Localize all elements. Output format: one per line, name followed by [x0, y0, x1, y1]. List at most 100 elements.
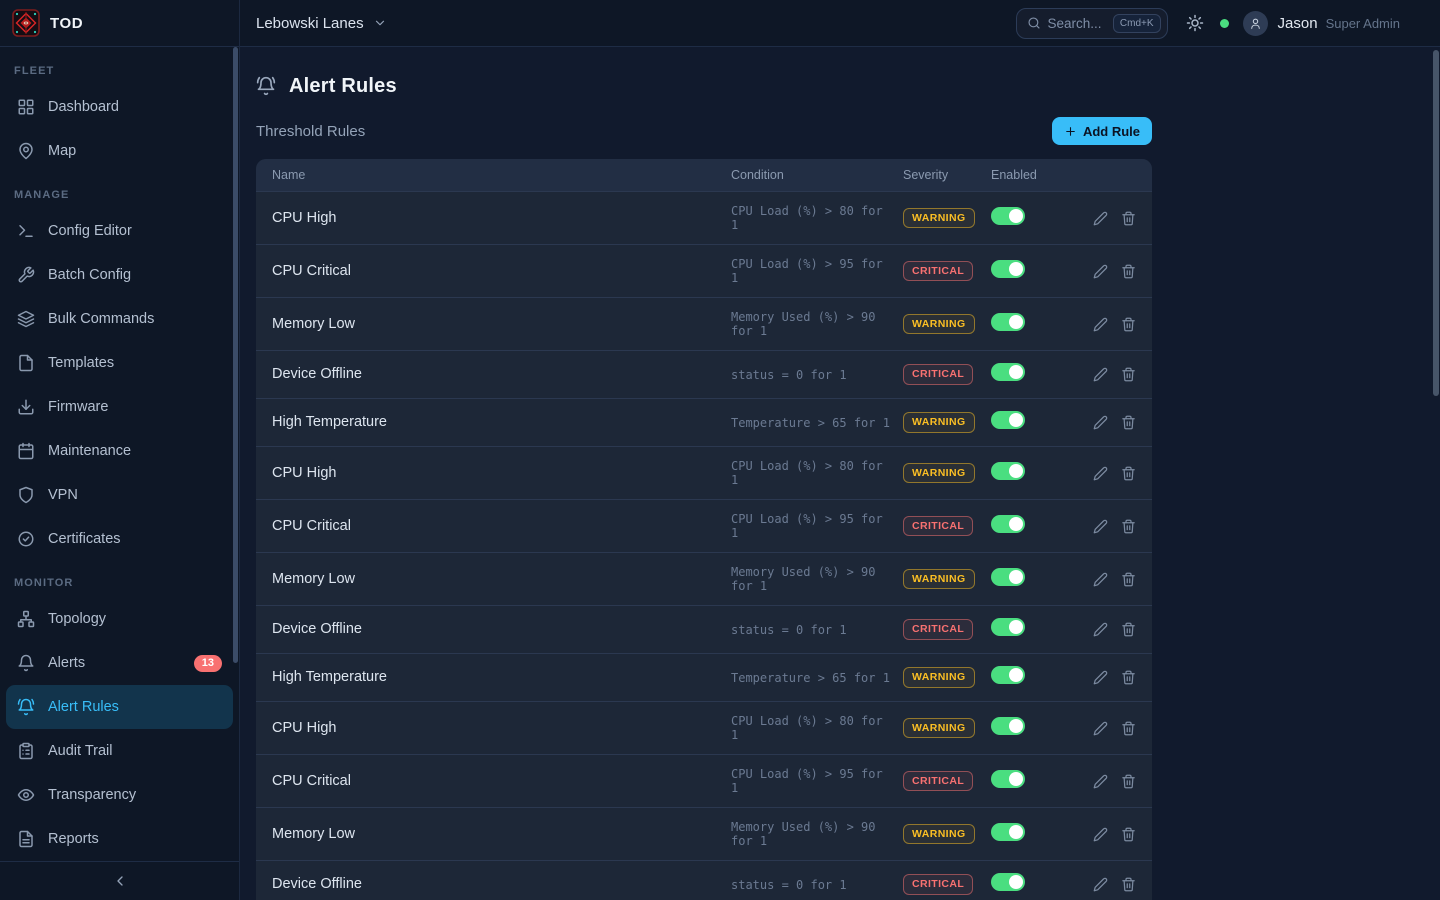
- edit-rule-button[interactable]: [1093, 519, 1108, 534]
- add-rule-button[interactable]: Add Rule: [1052, 117, 1152, 145]
- table-row: Memory LowMemory Used (%) > 90 for 1WARN…: [256, 297, 1152, 350]
- enabled-toggle[interactable]: [991, 568, 1025, 586]
- edit-rule-button[interactable]: [1093, 877, 1108, 892]
- edit-rule-button[interactable]: [1093, 827, 1108, 842]
- delete-rule-button[interactable]: [1121, 211, 1136, 226]
- layers-icon: [17, 310, 35, 328]
- delete-rule-button[interactable]: [1121, 877, 1136, 892]
- enabled-toggle[interactable]: [991, 260, 1025, 278]
- edit-rule-button[interactable]: [1093, 622, 1108, 637]
- table-row: High TemperatureTemperature > 65 for 1WA…: [256, 398, 1152, 446]
- delete-rule-button[interactable]: [1121, 572, 1136, 587]
- rule-name: Memory Low: [272, 316, 731, 333]
- enabled-toggle[interactable]: [991, 823, 1025, 841]
- delete-rule-button[interactable]: [1121, 670, 1136, 685]
- org-switcher[interactable]: Lebowski Lanes: [256, 15, 387, 32]
- sidebar-item-maintenance[interactable]: Maintenance: [6, 429, 233, 473]
- sidebar-item-batch-config[interactable]: Batch Config: [6, 253, 233, 297]
- edit-rule-button[interactable]: [1093, 721, 1108, 736]
- rule-condition: CPU Load (%) > 95 for 1: [731, 767, 903, 795]
- rule-condition: Memory Used (%) > 90 for 1: [731, 820, 903, 848]
- user-icon: [1249, 17, 1262, 30]
- sidebar-item-vpn[interactable]: VPN: [6, 473, 233, 517]
- sidebar-item-config-editor[interactable]: Config Editor: [6, 209, 233, 253]
- rule-name: CPU High: [272, 465, 731, 482]
- rule-condition: Temperature > 65 for 1: [731, 416, 903, 430]
- enabled-toggle[interactable]: [991, 666, 1025, 684]
- enabled-toggle[interactable]: [991, 770, 1025, 788]
- sidebar-item-label: Alerts: [48, 655, 85, 671]
- delete-rule-button[interactable]: [1121, 827, 1136, 842]
- edit-rule-button[interactable]: [1093, 415, 1108, 430]
- enabled-toggle[interactable]: [991, 363, 1025, 381]
- sidebar-scrollbar-thumb[interactable]: [233, 47, 238, 663]
- sidebar-item-certificates[interactable]: Certificates: [6, 517, 233, 561]
- download-icon: [17, 398, 35, 416]
- page-scrollbar-thumb[interactable]: [1433, 50, 1439, 396]
- sidebar-collapse-button[interactable]: [0, 861, 239, 900]
- delete-rule-button[interactable]: [1121, 721, 1136, 736]
- delete-rule-button[interactable]: [1121, 264, 1136, 279]
- delete-rule-button[interactable]: [1121, 317, 1136, 332]
- edit-rule-button[interactable]: [1093, 774, 1108, 789]
- enabled-toggle[interactable]: [991, 313, 1025, 331]
- table-row: CPU HighCPU Load (%) > 80 for 1WARNING: [256, 446, 1152, 499]
- enabled-toggle[interactable]: [991, 873, 1025, 891]
- theme-toggle-sun-icon[interactable]: [1186, 14, 1204, 32]
- edit-rule-button[interactable]: [1093, 317, 1108, 332]
- rule-name: Device Offline: [272, 621, 731, 638]
- logo-row: TOD: [0, 0, 239, 47]
- rule-name: CPU High: [272, 210, 731, 227]
- enabled-toggle[interactable]: [991, 411, 1025, 429]
- enabled-toggle[interactable]: [991, 717, 1025, 735]
- user-menu-chevron-icon[interactable]: [1410, 16, 1424, 30]
- sidebar-item-label: Alert Rules: [48, 699, 119, 715]
- edit-rule-button[interactable]: [1093, 466, 1108, 481]
- edit-rule-button[interactable]: [1093, 211, 1108, 226]
- avatar[interactable]: [1243, 11, 1268, 36]
- page-header: Alert Rules: [256, 47, 1152, 105]
- sidebar-item-reports[interactable]: Reports: [6, 817, 233, 861]
- sidebar-item-map[interactable]: Map: [6, 129, 233, 173]
- user-role: Super Admin: [1326, 16, 1400, 31]
- sidebar-item-label: Reports: [48, 831, 99, 847]
- sidebar-item-topology[interactable]: Topology: [6, 597, 233, 641]
- table-row: Device Offlinestatus = 0 for 1CRITICAL: [256, 350, 1152, 398]
- delete-rule-button[interactable]: [1121, 774, 1136, 789]
- rule-name: Device Offline: [272, 366, 731, 383]
- rule-condition: status = 0 for 1: [731, 623, 903, 637]
- enabled-toggle[interactable]: [991, 207, 1025, 225]
- enabled-toggle[interactable]: [991, 618, 1025, 636]
- sidebar-item-audit-trail[interactable]: Audit Trail: [6, 729, 233, 773]
- delete-rule-button[interactable]: [1121, 415, 1136, 430]
- search-box[interactable]: Cmd+K: [1016, 8, 1168, 39]
- sidebar-item-label: VPN: [48, 487, 78, 503]
- delete-rule-button[interactable]: [1121, 466, 1136, 481]
- sidebar-item-alert-rules[interactable]: Alert Rules: [6, 685, 233, 729]
- edit-rule-button[interactable]: [1093, 572, 1108, 587]
- network-icon: [17, 610, 35, 628]
- edit-rule-button[interactable]: [1093, 367, 1108, 382]
- table-row: Device Offlinestatus = 0 for 1CRITICAL: [256, 605, 1152, 653]
- sidebar-item-firmware[interactable]: Firmware: [6, 385, 233, 429]
- edit-rule-button[interactable]: [1093, 670, 1108, 685]
- sidebar-item-alerts[interactable]: Alerts13: [6, 641, 233, 685]
- sidebar-item-templates[interactable]: Templates: [6, 341, 233, 385]
- search-input[interactable]: [1048, 16, 1106, 31]
- delete-rule-button[interactable]: [1121, 519, 1136, 534]
- edit-rule-button[interactable]: [1093, 264, 1108, 279]
- sidebar-item-dashboard[interactable]: Dashboard: [6, 85, 233, 129]
- sidebar-item-bulk-commands[interactable]: Bulk Commands: [6, 297, 233, 341]
- severity-badge: CRITICAL: [903, 771, 973, 792]
- sidebar-item-transparency[interactable]: Transparency: [6, 773, 233, 817]
- table-body: CPU HighCPU Load (%) > 80 for 1WARNINGCP…: [256, 191, 1152, 900]
- enabled-toggle[interactable]: [991, 462, 1025, 480]
- enabled-toggle[interactable]: [991, 515, 1025, 533]
- severity-badge: CRITICAL: [903, 261, 973, 282]
- delete-rule-button[interactable]: [1121, 622, 1136, 637]
- sidebar-item-label: Topology: [48, 611, 106, 627]
- delete-rule-button[interactable]: [1121, 367, 1136, 382]
- rule-condition: status = 0 for 1: [731, 878, 903, 892]
- clipboard-list-icon: [17, 742, 35, 760]
- rule-condition: CPU Load (%) > 80 for 1: [731, 459, 903, 487]
